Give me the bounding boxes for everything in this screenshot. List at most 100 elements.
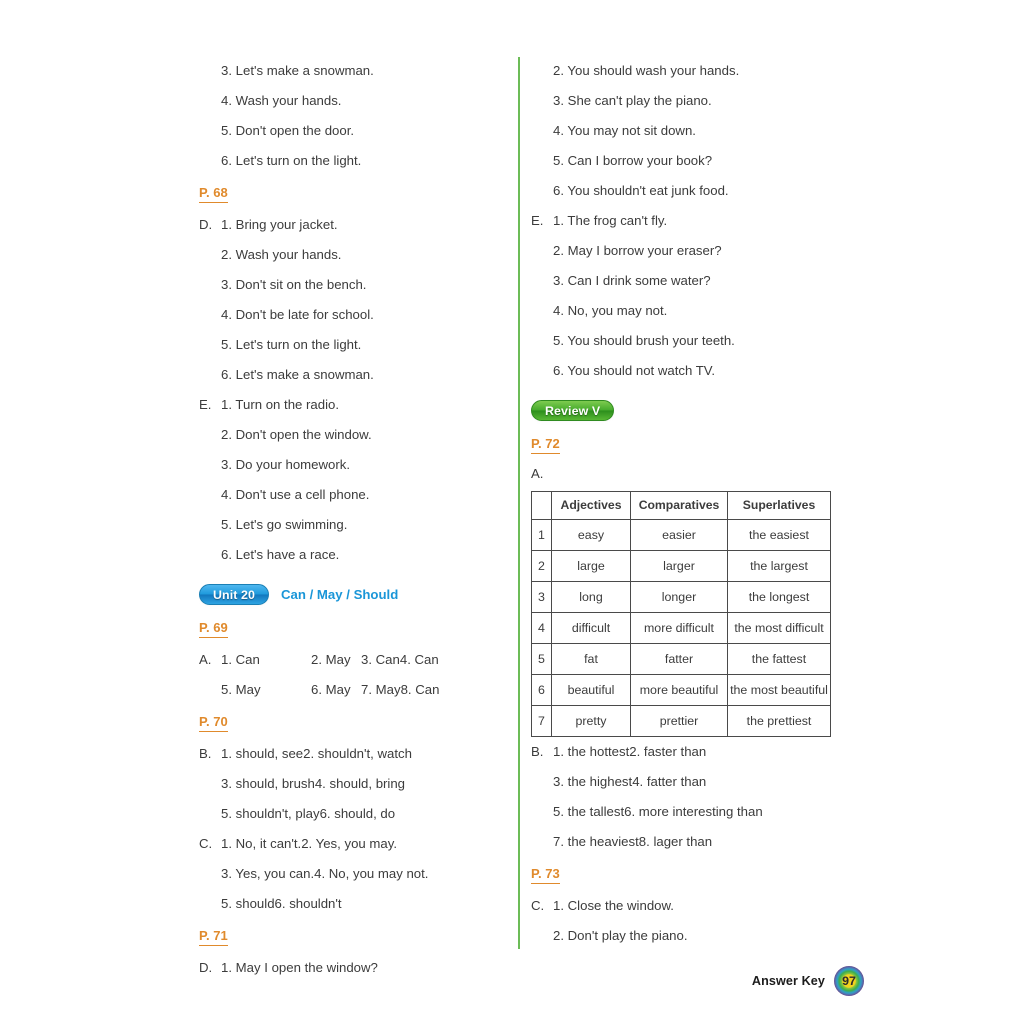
comparatives-table: Adjectives Comparatives Superlatives 1 e… xyxy=(531,491,831,737)
list-item: 4. Don't be late for school. xyxy=(221,307,374,322)
table-cell: 5 xyxy=(531,643,552,675)
table-cell: the longest xyxy=(727,581,831,613)
table-cell: the most difficult xyxy=(727,612,831,644)
page-ref-wrap: P. 69 xyxy=(199,611,499,645)
table-cell: prettier xyxy=(630,705,728,737)
table-header-cell xyxy=(531,491,552,520)
list-item: 5. Let's go swimming. xyxy=(221,517,348,532)
list-item: B. 1. the hottest 2. faster than xyxy=(531,737,841,767)
page-ref-71: P. 71 xyxy=(199,928,228,946)
table-cell: 2 xyxy=(531,550,552,582)
page-ref-69: P. 69 xyxy=(199,620,228,638)
list-item: 5. You should brush your teeth. xyxy=(553,333,735,348)
list-item: 3. Can I drink some water? xyxy=(553,273,711,288)
list-item: 2. Wash your hands. xyxy=(221,247,342,262)
list-item: 2. Don't open the window. xyxy=(221,427,372,442)
list-item: 4. You may not sit down. xyxy=(553,123,696,138)
page-number-badge: 97 xyxy=(834,966,864,996)
footer-label: Answer Key xyxy=(751,974,825,988)
list-item: 3. She can't play the piano. xyxy=(553,93,712,108)
page-ref-70: P. 70 xyxy=(199,714,228,732)
list-item: E. 1. The frog can't fly. xyxy=(531,206,841,236)
list-item: 3. Yes, you can. 4. No, you may not. xyxy=(221,866,429,881)
section-letter: E. xyxy=(531,213,544,228)
section-letter: E. xyxy=(199,397,212,412)
list-item: 2. You should wash your hands. xyxy=(553,63,740,78)
answer-key-page: 3. Let's make a snowman. 4. Wash your ha… xyxy=(0,0,1024,1024)
list-item: 7. the heaviest 8. lager than xyxy=(553,834,713,849)
list-item: 5. the tallest 6. more interesting than xyxy=(553,804,763,819)
table-cell: pretty xyxy=(551,705,631,737)
column-divider xyxy=(518,57,520,949)
list-item: 4. No, you may not. xyxy=(553,303,668,318)
table-cell: 1 xyxy=(531,519,552,551)
list-item: 6. Let's make a snowman. xyxy=(221,367,374,382)
table-cell: beautiful xyxy=(551,674,631,706)
table-cell: the fattest xyxy=(727,643,831,675)
table-cell: longer xyxy=(630,581,728,613)
section-letter: D. xyxy=(199,217,213,232)
section-letter: A. xyxy=(531,466,544,481)
page-ref-68: P. 68 xyxy=(199,185,228,203)
page-ref-72: P. 72 xyxy=(531,436,560,454)
section-letter: B. xyxy=(199,746,212,761)
table-cell: easy xyxy=(551,519,631,551)
section-letter: D. xyxy=(199,960,213,975)
list-item: D. 1. Bring your jacket. xyxy=(199,210,499,240)
list-item: 4. Wash your hands. xyxy=(221,93,342,108)
table-cell: large xyxy=(551,550,631,582)
list-item: 2. May I borrow your eraser? xyxy=(553,243,722,258)
section-letter: B. xyxy=(531,744,544,759)
table-cell: difficult xyxy=(551,612,631,644)
table-row: 3 long longer the longest xyxy=(531,581,831,613)
table-header-row: Adjectives Comparatives Superlatives xyxy=(531,491,831,520)
page-ref-wrap: P. 73 xyxy=(531,857,841,891)
list-item: 5. shouldn't, play 6. should, do xyxy=(221,806,396,821)
list-item: 2. Don't play the piano. xyxy=(553,928,688,943)
page-ref-wrap: P. 72 xyxy=(531,427,841,461)
table-cell: 6 xyxy=(531,674,552,706)
table-cell: the most beautiful xyxy=(727,674,831,706)
table-cell: fatter xyxy=(630,643,728,675)
list-item: 5. Don't open the door. xyxy=(221,123,355,138)
table-cell: larger xyxy=(630,550,728,582)
table-cell: fat xyxy=(551,643,631,675)
list-item: 3. Let's make a snowman. xyxy=(221,63,374,78)
review-header: Review V xyxy=(531,400,841,421)
table-row: 7 pretty prettier the prettiest xyxy=(531,705,831,737)
review-badge: Review V xyxy=(531,400,615,421)
table-row: 6 beautiful more beautiful the most beau… xyxy=(531,674,831,706)
table-cell: more beautiful xyxy=(630,674,728,706)
list-item: 3. should, brush 4. should, bring xyxy=(221,776,406,791)
table-cell: 3 xyxy=(531,581,552,613)
table-row: 5 fat fatter the fattest xyxy=(531,643,831,675)
table-cell: the easiest xyxy=(727,519,831,551)
section-letter: C. xyxy=(199,836,213,851)
table-cell: 4 xyxy=(531,612,552,644)
table-cell: long xyxy=(551,581,631,613)
list-item: E. 1. Turn on the radio. xyxy=(199,390,499,420)
page-ref-wrap: P. 70 xyxy=(199,705,499,739)
list-item: 6. Let's turn on the light. xyxy=(221,153,362,168)
list-item: 6. You should not watch TV. xyxy=(553,363,716,378)
list-item: 5. May 6. May 7. May 8. Can xyxy=(221,682,440,697)
section-letter: C. xyxy=(531,898,545,913)
unit-title: Can / May / Should xyxy=(281,587,399,602)
right-column: 2. You should wash your hands. 3. She ca… xyxy=(531,56,841,951)
list-item: 5. should 6. shouldn't xyxy=(221,896,342,911)
table-row: 1 easy easier the easiest xyxy=(531,519,831,551)
list-item: 3. Don't sit on the bench. xyxy=(221,277,367,292)
page-ref-wrap: P. 68 xyxy=(199,176,499,210)
list-item: 5. Let's turn on the light. xyxy=(221,337,362,352)
section-letter: A. xyxy=(199,652,212,667)
unit-header: Unit 20 Can / May / Should xyxy=(199,584,499,605)
list-item: 3. the highest 4. fatter than xyxy=(553,774,707,789)
table-header-cell: Adjectives xyxy=(551,491,631,520)
page-footer: Answer Key 97 xyxy=(752,966,864,996)
table-cell: the largest xyxy=(727,550,831,582)
left-column: 3. Let's make a snowman. 4. Wash your ha… xyxy=(199,56,499,983)
list-item: B. 1. should, see 2. shouldn't, watch xyxy=(199,739,499,769)
unit-badge: Unit 20 xyxy=(199,584,270,605)
list-item: 6. You shouldn't eat junk food. xyxy=(553,183,729,198)
page-number: 97 xyxy=(842,973,856,988)
